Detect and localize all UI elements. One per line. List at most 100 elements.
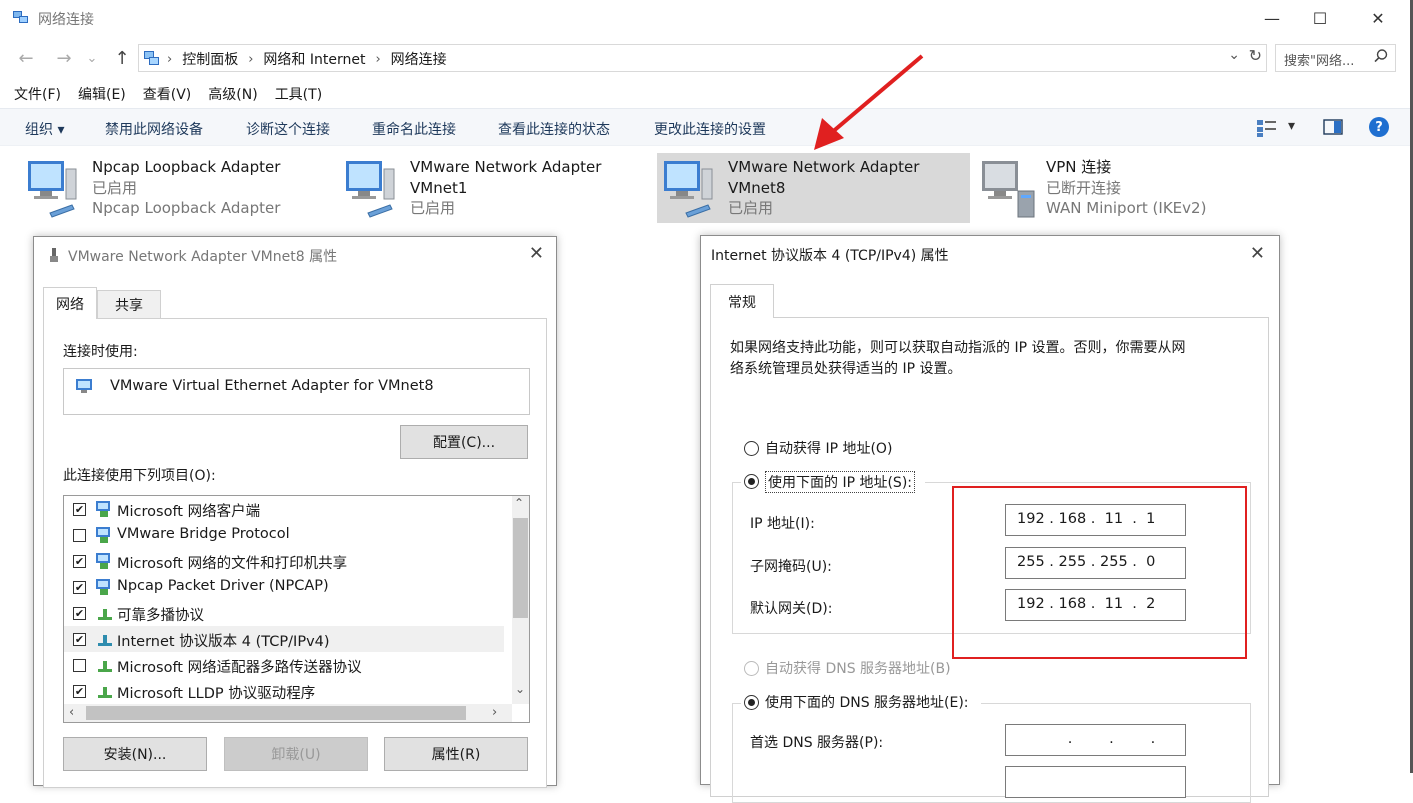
menu-file[interactable]: 文件(F) [14,84,61,106]
help-icon[interactable]: ? [1369,117,1389,137]
dialog-close-button[interactable]: ✕ [529,243,544,264]
scroll-down-button[interactable]: ⌄ [515,682,525,696]
properties-button[interactable]: 属性(R) [384,737,528,771]
item-label: Npcap Packet Driver (NPCAP) [117,578,329,594]
scroll-left-button[interactable]: ‹ [69,705,74,720]
item-label: Microsoft 网络的文件和打印机共享 [117,556,348,572]
view-status-button[interactable]: 查看此连接的状态 [498,119,610,139]
service-icon [96,553,110,569]
forward-button[interactable]: → [52,44,76,72]
scrollbar-thumb[interactable] [513,518,528,618]
item-checkbox[interactable]: ✔ [73,685,86,698]
change-settings-button[interactable]: 更改此连接的设置 [654,119,766,139]
disable-device-button[interactable]: 禁用此网络设备 [105,119,203,139]
list-item[interactable]: ✔ Microsoft 网络的文件和打印机共享 [64,548,504,574]
scroll-right-button[interactable]: › [492,705,497,720]
item-checkbox[interactable]: ✔ [73,503,86,516]
manual-ip-label: 使用下面的 IP 地址(S): [765,471,915,493]
list-item[interactable]: ✔ Internet 协议版本 4 (TCP/IPv4) [64,626,504,652]
adapter-name: VPN 连接 [1046,158,1112,176]
dialog-close-button[interactable]: ✕ [1250,243,1265,264]
tab-network[interactable]: 网络 [43,287,97,319]
menu-edit[interactable]: 编辑(E) [78,84,126,106]
diagnose-button[interactable]: 诊断这个连接 [246,119,330,139]
close-button[interactable]: ✕ [1355,0,1401,36]
menu-tools[interactable]: 工具(T) [275,84,322,106]
view-options-icon[interactable] [1256,118,1278,138]
default-gateway-label: 默认网关(D): [750,601,833,617]
search-icon[interactable] [1373,48,1389,64]
adapter-status: 已启用 [92,178,138,197]
annotation-highlight-box [952,486,1247,659]
horizontal-scrollbar[interactable]: ‹ › [64,704,512,722]
menu-advanced[interactable]: 高级(N) [208,84,257,106]
list-item[interactable]: ✔ 可靠多播协议 [64,600,504,626]
preferred-dns-input[interactable]: . . . [1005,724,1186,756]
item-checkbox[interactable] [73,659,86,672]
maximize-button[interactable]: ☐ [1297,0,1343,36]
auto-ip-radio[interactable] [744,441,759,456]
list-item[interactable]: ✔ Microsoft LLDP 协议驱动程序 [64,678,504,704]
alternate-dns-input[interactable] [1005,766,1186,798]
adapter-name: Npcap Loopback Adapter [92,158,281,176]
item-checkbox[interactable]: ✔ [73,555,86,568]
view-options-dropdown[interactable]: ▾ [1288,118,1295,134]
tab-sharing[interactable]: 共享 [97,290,161,319]
tab-general[interactable]: 常规 [710,284,774,318]
adapter-vmnet1[interactable]: VMware Network Adapter VMnet1 已启用 [344,153,644,223]
menu-view[interactable]: 查看(V) [143,84,192,106]
adapter-npcap-loopback[interactable]: Npcap Loopback Adapter 已启用 Npcap Loopbac… [26,153,326,223]
protocol-icon [98,687,112,698]
list-item[interactable]: ✔ Microsoft 网络客户端 [64,496,504,522]
list-item[interactable]: VMware Bridge Protocol [64,522,504,548]
network-tab-panel: 连接时使用: VMware Virtual Ethernet Adapter f… [43,318,547,788]
adapter-device: Npcap Loopback Adapter [92,199,281,217]
description-line: 如果网络支持此功能，则可以获取自动指派的 IP 设置。否则，你需要从网 [730,340,1186,356]
subnet-mask-label: 子网掩码(U): [750,559,832,575]
preview-pane-icon[interactable] [1323,119,1343,135]
up-button[interactable]: ↑ [110,44,134,72]
annotation-arrow [814,54,924,150]
network-connections-icon [13,11,28,23]
item-checkbox[interactable]: ✔ [73,633,86,646]
breadcrumb-network-internet[interactable]: 网络和 Internet [263,49,365,69]
adapter-subname: VMnet8 [728,178,786,197]
manual-dns-radio[interactable] [744,695,759,710]
address-dropdown-button[interactable]: ⌄ [1228,47,1240,63]
configure-button[interactable]: 配置(C)... [400,425,528,459]
breadcrumb-control-panel[interactable]: 控制面板 [182,49,238,69]
list-item[interactable]: Microsoft 网络适配器多路传送器协议 [64,652,504,678]
address-bar[interactable]: › 控制面板 › 网络和 Internet › 网络连接 ⌄ ↻ [138,44,1267,72]
auto-dns-radio[interactable] [744,661,759,676]
refresh-button[interactable]: ↻ [1249,46,1262,65]
adapter-vpn[interactable]: VPN 连接 已断开连接 WAN Miniport (IKEv2) [980,153,1240,223]
adapter-status: 已启用 [410,199,456,217]
uninstall-button[interactable]: 卸载(U) [224,737,368,771]
install-button[interactable]: 安装(N)... [63,737,207,771]
search-box[interactable]: 搜索"网络... [1275,44,1396,72]
item-checkbox[interactable]: ✔ [73,581,86,594]
minimize-button[interactable]: — [1249,0,1295,36]
rename-button[interactable]: 重命名此连接 [372,119,456,139]
description-line: 络系统管理员处获得适当的 IP 设置。 [730,361,962,377]
item-checkbox[interactable]: ✔ [73,607,86,620]
preferred-dns-label: 首选 DNS 服务器(P): [750,735,884,751]
client-icon [96,501,110,517]
organize-button[interactable]: 组织 ▾ [25,119,64,139]
adapter-vmnet8[interactable]: VMware Network Adapter VMnet8 已启用 [657,153,970,223]
adapter-name-text: VMware Virtual Ethernet Adapter for VMne… [110,378,434,394]
adapter-device: WAN Miniport (IKEv2) [1046,199,1207,217]
list-item[interactable]: ✔ Npcap Packet Driver (NPCAP) [64,574,504,600]
recent-locations-button[interactable]: ⌄ [84,44,100,72]
dialog-title: Internet 协议版本 4 (TCP/IPv4) 属性 [711,248,949,264]
items-list[interactable]: ✔ Microsoft 网络客户端 VMware Bridge Protocol… [63,495,530,723]
title-bar: 网络连接 — ☐ ✕ [0,0,1413,38]
manual-ip-radio[interactable] [744,474,759,489]
vertical-scrollbar[interactable]: ⌃ ⌄ [512,496,529,704]
item-checkbox[interactable] [73,529,86,542]
breadcrumb-network-connections[interactable]: 网络连接 [391,49,447,69]
menu-bar: 文件(F) 编辑(E) 查看(V) 高级(N) 工具(T) [0,84,322,106]
back-button[interactable]: ← [14,44,38,72]
scrollbar-thumb[interactable] [86,706,466,720]
scroll-up-button[interactable]: ⌃ [514,496,524,510]
